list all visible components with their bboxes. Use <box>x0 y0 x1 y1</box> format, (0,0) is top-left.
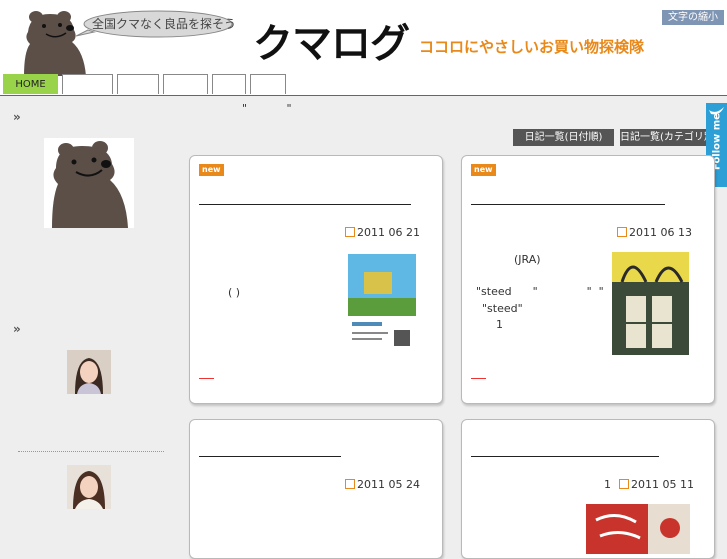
chevron-right-icon: » <box>13 322 21 336</box>
card-title[interactable] <box>199 204 411 205</box>
calendar-icon <box>619 479 629 489</box>
avatar[interactable] <box>67 350 111 394</box>
card-title[interactable] <box>471 204 665 205</box>
post-date-text: 2011 05 11 <box>631 478 694 491</box>
post-date: 2011 06 13 <box>617 226 692 239</box>
post-date-prefix: 1 <box>604 478 611 491</box>
card-thumbnail[interactable] <box>586 504 690 554</box>
tote-bag-image <box>612 252 689 355</box>
red-underline <box>199 378 214 379</box>
calendar-icon <box>345 227 355 237</box>
site-title[interactable]: クマログ <box>253 20 410 68</box>
card-excerpt-line: 1 <box>496 318 503 331</box>
post-date-text: 2011 05 24 <box>357 478 420 491</box>
gift-poster-image <box>348 254 416 354</box>
profile-image[interactable] <box>44 138 134 228</box>
card-thumbnail[interactable] <box>348 254 416 354</box>
bear-profile-icon <box>52 141 128 228</box>
book-cover-image <box>586 504 690 554</box>
calendar-icon <box>617 227 627 237</box>
avatar[interactable] <box>67 465 111 509</box>
site-tagline: ココロにやさしいお買い物探検隊 <box>419 38 645 56</box>
chevron-right-icon: » <box>13 110 21 124</box>
new-badge: new <box>199 164 224 176</box>
card-title[interactable] <box>471 456 659 457</box>
blog-card[interactable]: new 2011 06 21 ( ) <box>189 155 443 404</box>
blog-card[interactable]: 1 2011 05 11 <box>461 419 715 559</box>
nav-tab-2[interactable] <box>62 74 113 94</box>
card-excerpt-line: (JRA) <box>514 253 541 266</box>
post-date: 2011 05 24 <box>345 478 420 491</box>
post-date-text: 2011 06 21 <box>357 226 420 239</box>
card-excerpt: ( ) <box>228 286 241 299</box>
breadcrumb-marks: " " <box>242 102 310 115</box>
bubble-text: 全国クマなく良品を探そう <box>92 17 237 31</box>
divider <box>18 451 164 452</box>
diary-by-date-button[interactable]: 日記一覧(日付順) <box>513 129 614 146</box>
post-date: 2011 06 21 <box>345 226 420 239</box>
nav-tab-3[interactable] <box>117 74 159 94</box>
woman-avatar-icon <box>67 350 111 394</box>
calendar-icon <box>345 479 355 489</box>
post-date: 1 2011 05 11 <box>604 478 694 491</box>
nav-tab-6[interactable] <box>250 74 286 94</box>
main-nav: HOME <box>0 74 727 96</box>
font-size-toggle-button[interactable]: 文字の縮小 <box>662 10 724 25</box>
card-excerpt-line: "steed" <box>482 302 523 315</box>
new-badge: new <box>471 164 496 176</box>
blog-card[interactable]: 2011 05 24 <box>189 419 443 559</box>
woman-avatar-icon <box>67 465 111 509</box>
card-excerpt-line: "steed " " " <box>476 285 604 298</box>
nav-tab-5[interactable] <box>212 74 246 94</box>
post-date-text: 2011 06 13 <box>629 226 692 239</box>
diary-by-category-button[interactable]: 日記一覧(カテゴリ別) <box>620 129 706 146</box>
nav-tab-home[interactable]: HOME <box>3 74 58 94</box>
card-thumbnail[interactable] <box>612 252 689 355</box>
card-title[interactable] <box>199 456 341 457</box>
site-header: 全国クマなく良品を探そう クマログ ココロにやさしいお買い物探検隊 文字の縮小 … <box>0 0 727 96</box>
blog-card[interactable]: new 2011 06 13 (JRA) "steed " " " "steed… <box>461 155 715 404</box>
nav-tab-4[interactable] <box>163 74 208 94</box>
red-underline <box>471 378 486 379</box>
